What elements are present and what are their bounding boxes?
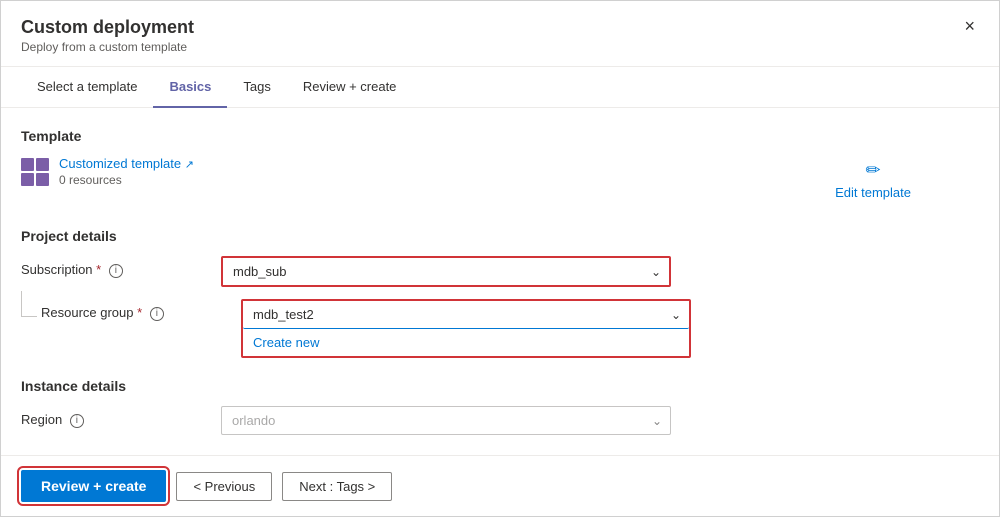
icon-cell-1 <box>21 158 34 171</box>
next-button[interactable]: Next : Tags > <box>282 472 392 501</box>
dialog-footer: Review + create < Previous Next : Tags > <box>1 455 999 516</box>
instance-details-section: Instance details Region i orlando ⌄ <box>21 378 979 435</box>
tab-basics[interactable]: Basics <box>153 67 227 108</box>
tab-bar: Select a template Basics Tags Review + c… <box>1 67 999 108</box>
icon-cell-3 <box>21 173 34 186</box>
subscription-required: * <box>96 262 101 277</box>
previous-button[interactable]: < Previous <box>176 472 272 501</box>
subscription-select[interactable]: mdb_sub <box>223 258 669 285</box>
resource-group-info-icon: i <box>150 307 164 321</box>
resource-group-field-group: Resource group * i mdb_test2 ⌄ <box>21 299 979 358</box>
resource-group-container: mdb_test2 ⌄ Create new <box>241 299 691 358</box>
subscription-info-icon: i <box>109 264 123 278</box>
project-details-section: Project details Subscription * i mdb_sub… <box>21 228 979 358</box>
close-button[interactable]: × <box>960 17 979 35</box>
icon-cell-2 <box>36 158 49 171</box>
instance-details-title: Instance details <box>21 378 979 394</box>
pencil-icon: ✏ <box>866 160 881 181</box>
template-name-link[interactable]: Customized template <box>59 156 181 171</box>
dialog-header: Custom deployment Deploy from a custom t… <box>1 1 999 67</box>
resource-group-select[interactable]: mdb_test2 <box>243 301 689 328</box>
region-select-wrapper: orlando ⌄ <box>221 406 671 435</box>
content-area: Template Customized template ↗ 0 <box>1 108 999 455</box>
review-create-button[interactable]: Review + create <box>21 470 166 502</box>
edit-template-button[interactable]: ✏ Edit template <box>827 156 919 204</box>
resource-group-label: Resource group * i <box>41 299 241 321</box>
project-details-title: Project details <box>21 228 979 244</box>
dialog-subtitle: Deploy from a custom template <box>21 40 194 54</box>
tab-select-template[interactable]: Select a template <box>21 67 153 108</box>
resource-group-select-wrapper: mdb_test2 ⌄ <box>243 301 689 329</box>
template-icon <box>21 158 49 186</box>
template-section-title: Template <box>21 128 979 144</box>
subscription-input-wrapper: mdb_sub ⌄ <box>221 256 671 287</box>
region-field-group: Region i orlando ⌄ <box>21 406 979 435</box>
subscription-select-wrapper: mdb_sub ⌄ <box>221 256 671 287</box>
resource-group-required: * <box>137 305 142 320</box>
template-info: Customized template ↗ 0 resources <box>21 156 194 187</box>
edit-template-label: Edit template <box>835 185 911 200</box>
tab-tags[interactable]: Tags <box>227 67 286 108</box>
tab-review-create[interactable]: Review + create <box>287 67 413 108</box>
region-info-icon: i <box>70 414 84 428</box>
template-details: Customized template ↗ 0 resources <box>59 156 194 187</box>
dialog-title: Custom deployment <box>21 17 194 38</box>
region-label: Region i <box>21 406 221 428</box>
template-resources: 0 resources <box>59 173 194 187</box>
subscription-field-group: Subscription * i mdb_sub ⌄ <box>21 256 979 287</box>
region-select[interactable]: orlando <box>222 407 670 434</box>
template-name-row: Customized template ↗ <box>59 156 194 171</box>
subscription-label: Subscription * i <box>21 256 221 278</box>
template-section: Template Customized template ↗ 0 <box>21 128 979 204</box>
icon-cell-4 <box>36 173 49 186</box>
external-link-icon: ↗ <box>185 159 194 171</box>
indent-connector <box>21 291 37 317</box>
region-input-wrapper: orlando ⌄ <box>221 406 671 435</box>
custom-deployment-dialog: Custom deployment Deploy from a custom t… <box>0 0 1000 517</box>
create-new-link[interactable]: Create new <box>243 329 329 356</box>
resource-group-input-wrapper: mdb_test2 ⌄ Create new <box>241 299 691 358</box>
resource-group-inner: mdb_test2 ⌄ Create new <box>243 301 689 356</box>
template-card: Customized template ↗ 0 resources ✏ Edit… <box>21 156 979 204</box>
header-text: Custom deployment Deploy from a custom t… <box>21 17 194 54</box>
